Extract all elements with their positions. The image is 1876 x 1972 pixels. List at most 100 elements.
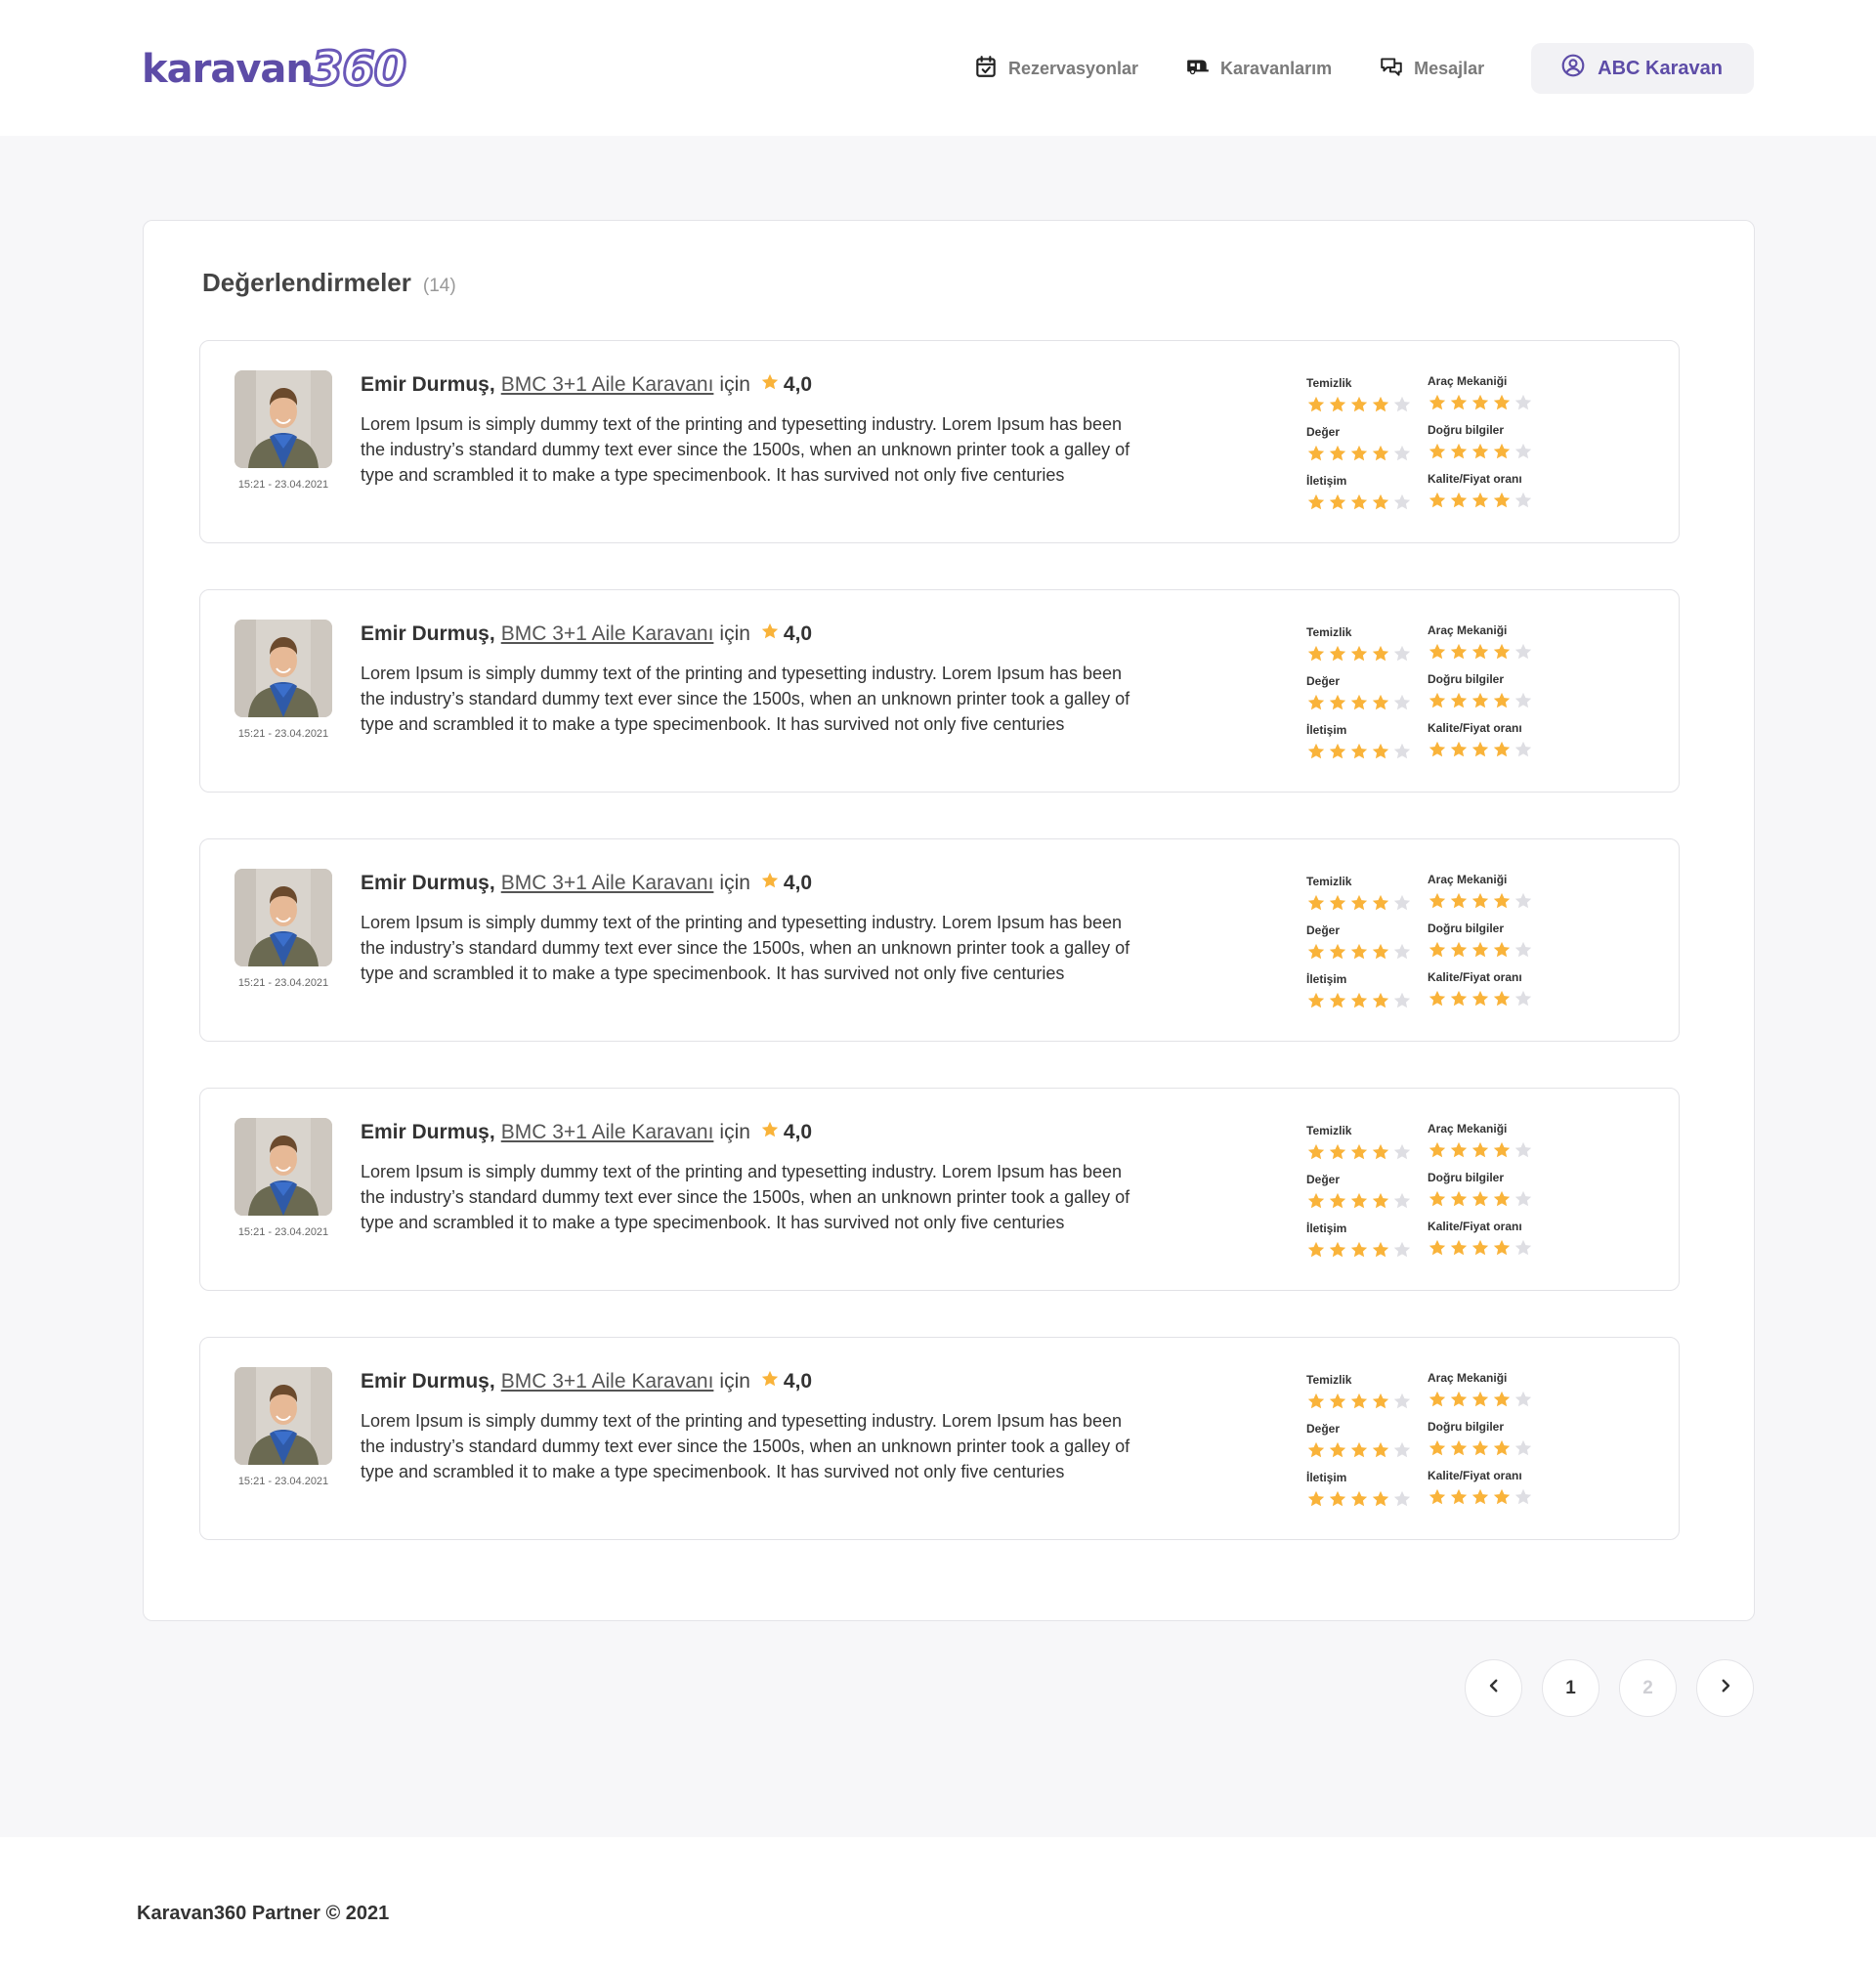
reviewer-name: Emir Durmuş, xyxy=(361,872,495,894)
star-icon xyxy=(1371,1191,1390,1216)
rating-label: İletişim xyxy=(1306,972,1347,986)
vehicle-link[interactable]: BMC 3+1 Aile Karavanı xyxy=(501,1370,714,1393)
rating-5: Kalite/Fiyat oranı xyxy=(1428,1469,1533,1512)
star-icon xyxy=(1306,1440,1326,1465)
rating-stars xyxy=(1306,1440,1412,1465)
user-menu-button[interactable]: ABC Karavan xyxy=(1531,43,1754,94)
chevron-left-icon xyxy=(1485,1677,1503,1700)
for-label: için xyxy=(719,1121,750,1143)
avatar xyxy=(234,370,332,468)
caravan-icon xyxy=(1185,54,1211,84)
star-icon xyxy=(1349,1191,1369,1216)
rating-stars xyxy=(1306,893,1412,918)
star-icon xyxy=(1449,1140,1469,1165)
star-icon xyxy=(1371,1392,1390,1416)
rating-2: Değer xyxy=(1306,1173,1412,1216)
star-icon xyxy=(1349,1392,1369,1416)
star-icon xyxy=(1492,1238,1512,1263)
footer-copyright: Karavan360 Partner © 2021 xyxy=(137,1903,390,1924)
star-icon xyxy=(1328,395,1347,419)
star-icon xyxy=(1306,493,1326,517)
footer: Karavan360 Partner © 2021 xyxy=(0,1837,1876,1972)
review-date: 15:21 - 23.04.2021 xyxy=(237,1226,329,1238)
prev-page-button[interactable] xyxy=(1465,1659,1522,1717)
star-icon xyxy=(1428,691,1447,715)
star-icon xyxy=(1392,991,1412,1015)
star-icon xyxy=(1328,444,1347,468)
star-icon xyxy=(1492,891,1512,916)
review-item: 15:21 - 23.04.2021 Emir Durmuş, BMC 3+1 … xyxy=(199,1088,1680,1291)
for-label: için xyxy=(719,1370,750,1393)
nav-item-mesajlar[interactable]: Mesajlar xyxy=(1379,54,1484,84)
rating-label: Değer xyxy=(1306,923,1341,937)
vehicle-link[interactable]: BMC 3+1 Aile Karavanı xyxy=(501,622,714,646)
star-icon xyxy=(1449,642,1469,666)
star-icon xyxy=(1371,693,1390,717)
star-icon xyxy=(1349,991,1369,1015)
review-header: Emir Durmuş, BMC 3+1 Aile Karavanı için … xyxy=(361,1120,812,1145)
for-label: için xyxy=(719,622,750,645)
star-icon xyxy=(1328,942,1347,966)
star-icon xyxy=(1514,1438,1533,1463)
nav-label: Karavanlarım xyxy=(1220,58,1333,78)
nav-label: Mesajlar xyxy=(1414,58,1485,78)
rating-label: Doğru bilgiler xyxy=(1428,1171,1504,1184)
review-text: Lorem Ipsum is simply dummy text of the … xyxy=(361,913,1130,983)
rating-stars xyxy=(1428,1487,1533,1512)
star-icon xyxy=(1392,644,1412,668)
star-icon xyxy=(1306,1489,1326,1514)
next-page-button[interactable] xyxy=(1696,1659,1754,1717)
star-icon xyxy=(1371,644,1390,668)
reviewer-name: Emir Durmuş, xyxy=(361,622,495,645)
rating-1: Araç Mekaniği xyxy=(1428,873,1533,916)
star-icon xyxy=(1471,989,1490,1013)
rating-label: Kalite/Fiyat oranı xyxy=(1428,472,1522,486)
star-icon xyxy=(1328,1440,1347,1465)
star-icon xyxy=(1471,1390,1490,1414)
review-score: 4,0 xyxy=(783,1370,813,1393)
star-icon xyxy=(1514,642,1533,666)
star-icon xyxy=(1514,393,1533,417)
star-icon xyxy=(1349,1440,1369,1465)
rating-stars xyxy=(1306,942,1412,966)
star-icon xyxy=(1471,1238,1490,1263)
vehicle-link[interactable]: BMC 3+1 Aile Karavanı xyxy=(501,872,714,895)
rating-0: Temizlik xyxy=(1306,1124,1412,1167)
brand-logo[interactable]: karavan 360 xyxy=(142,37,408,102)
rating-stars xyxy=(1306,444,1412,468)
nav-item-rezervasyonlar[interactable]: Rezervasyonlar xyxy=(973,54,1138,84)
section-title: Değerlendirmeler (14) xyxy=(202,268,456,298)
star-icon xyxy=(1306,942,1326,966)
star-icon xyxy=(1306,395,1326,419)
page-1-button[interactable]: 1 xyxy=(1542,1659,1599,1717)
star-icon xyxy=(1428,740,1447,764)
star-icon xyxy=(1428,1487,1447,1512)
review-header: Emir Durmuş, BMC 3+1 Aile Karavanı için … xyxy=(361,1369,812,1394)
vehicle-link[interactable]: BMC 3+1 Aile Karavanı xyxy=(501,373,714,397)
star-icon xyxy=(1449,1487,1469,1512)
page-2-button[interactable]: 2 xyxy=(1619,1659,1677,1717)
star-icon xyxy=(1392,395,1412,419)
star-icon xyxy=(1392,1489,1412,1514)
star-icon xyxy=(1471,442,1490,466)
star-icon xyxy=(1328,1392,1347,1416)
rating-stars xyxy=(1428,740,1533,764)
star-icon xyxy=(1492,1140,1512,1165)
vehicle-link[interactable]: BMC 3+1 Aile Karavanı xyxy=(501,1121,714,1144)
rating-stars xyxy=(1306,1489,1412,1514)
star-icon xyxy=(1428,940,1447,965)
star-icon xyxy=(1428,1140,1447,1165)
rating-breakdown: Temizlik Araç Mekaniği Değer Doğru bilgi… xyxy=(1306,374,1678,523)
rating-5: Kalite/Fiyat oranı xyxy=(1428,1220,1533,1263)
nav-item-karavanlarim[interactable]: Karavanlarım xyxy=(1185,54,1332,84)
star-icon xyxy=(1328,1489,1347,1514)
top-header: karavan 360 Rezervasyonlar Karavanlarım M… xyxy=(0,0,1876,136)
brand-word: karavan xyxy=(142,47,314,92)
star-icon xyxy=(1306,893,1326,918)
rating-label: Temizlik xyxy=(1306,376,1352,390)
star-icon xyxy=(1349,893,1369,918)
rating-stars xyxy=(1428,1238,1533,1263)
reviewer-name: Emir Durmuş, xyxy=(361,373,495,396)
rating-1: Araç Mekaniği xyxy=(1428,1122,1533,1165)
star-icon xyxy=(1392,942,1412,966)
